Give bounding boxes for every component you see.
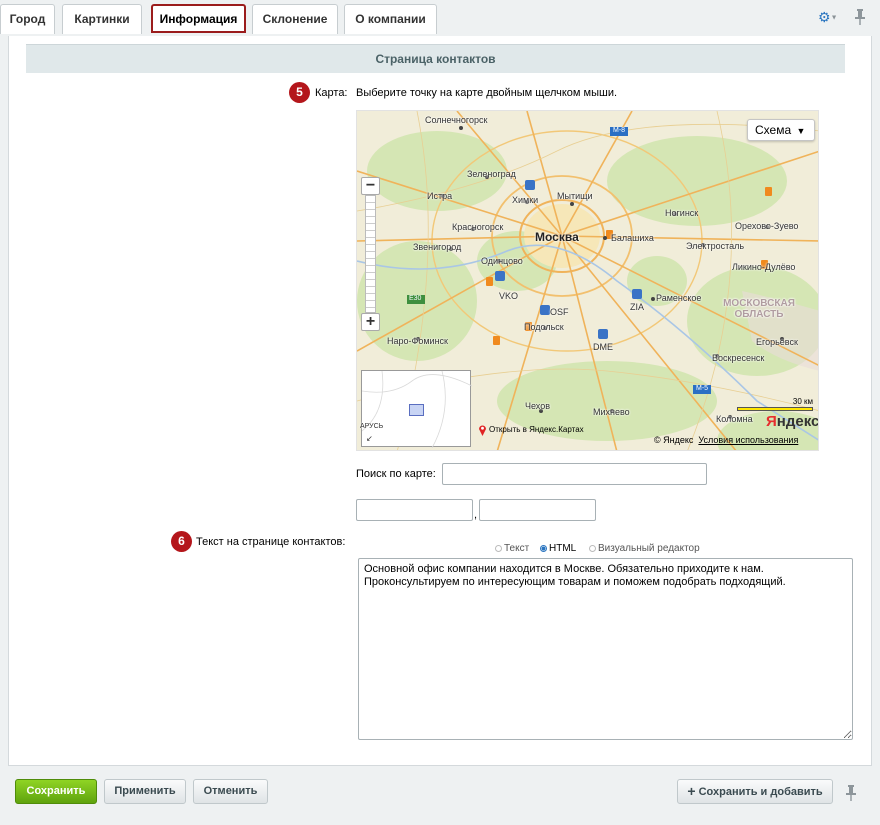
map-place-kolomna: Коломна (716, 414, 753, 424)
tab-gorod[interactable]: Город (0, 4, 55, 34)
mode-visual-label: Визуальный редактор (598, 543, 700, 554)
map-place-moscow: Москва (535, 230, 579, 244)
map-place-vko: VKO (499, 291, 519, 301)
map-place-chekhov: Чехов (525, 401, 550, 411)
map-region-label: МОСКОВСКАЯ ОБЛАСТЬ (723, 298, 795, 320)
map-scale-bar (737, 407, 813, 411)
apply-button[interactable]: Применить (104, 779, 186, 804)
contacts-text-label: Текст на странице контактов: (196, 536, 346, 548)
mode-text-label: Текст (504, 543, 530, 554)
map-scale-value: 30 км (792, 397, 813, 406)
tab-informatsiya[interactable]: Информация (151, 4, 246, 33)
map-place-voskresensk: Воскресенск (712, 353, 765, 363)
map-place-elektrostal: Электросталь (686, 241, 745, 251)
zoom-control[interactable]: − + (361, 177, 380, 331)
mode-html-label: HTML (549, 543, 577, 554)
map-place-balashikha: Балашиха (611, 233, 654, 243)
contacts-text-textarea[interactable]: Основной офис компании находится в Москв… (358, 558, 853, 740)
pin-icon[interactable] (853, 8, 867, 26)
tab-o-kompanii[interactable]: О компании (344, 4, 437, 34)
tab-bar: Город Картинки Информация Склонение О ко… (0, 0, 880, 36)
footer-bar: Сохранить Применить Отменить + Сохранить… (0, 766, 880, 825)
longitude-input[interactable] (479, 499, 596, 521)
step-badge-5: 5 (289, 82, 310, 103)
radio-selected-icon (540, 545, 547, 552)
settings-gear-icon[interactable]: ⚙▼ (818, 10, 840, 24)
tab-sklonenie[interactable]: Склонение (252, 4, 338, 34)
map-place-likino: Ликино-Дулёво (732, 262, 796, 272)
map-shield-m5: M-5 (696, 385, 709, 392)
zoom-out-button[interactable]: − (361, 177, 380, 195)
map-place-mytishchi: Мытищи (557, 191, 593, 201)
search-label: Поиск по карте: (356, 468, 436, 480)
map-type-label: Схема (755, 123, 792, 137)
section-title: Страница контактов (26, 44, 845, 73)
map-copyright: © Яндекс Условия использования (654, 435, 798, 445)
map-place-solnechnogorsk: Солнечногорск (425, 115, 488, 125)
map-search-input[interactable] (442, 463, 707, 485)
map-place-odintsovo: Одинцово (481, 256, 523, 266)
open-in-yandex-link[interactable]: Открыть в Яндекс.Картах (489, 425, 584, 434)
map-shield-m8: M-8 (613, 127, 626, 134)
map-place-istra: Истра (427, 191, 453, 201)
zoom-slider[interactable] (365, 195, 376, 313)
zoom-in-button[interactable]: + (361, 313, 380, 331)
map-copyright-text: © Яндекс (654, 435, 694, 445)
save-button[interactable]: Сохранить (15, 779, 97, 804)
map-pin-icon (479, 425, 486, 436)
mode-text-radio[interactable]: Текст (495, 544, 529, 554)
mode-visual-radio[interactable]: Визуальный редактор (589, 544, 700, 554)
map-place-noginsk: Ногинск (665, 208, 699, 218)
map-place-mikhnevo: Михнево (593, 407, 630, 417)
step-badge-6: 6 (171, 531, 192, 552)
save-and-add-button[interactable]: + Сохранить и добавить (677, 779, 833, 804)
radio-icon (589, 545, 596, 552)
form-panel: Страница контактов 5 Карта: Выберите точ… (8, 36, 872, 766)
terms-link[interactable]: Условия использования (698, 435, 798, 445)
map-place-zvenigorod: Звенигород (413, 242, 462, 252)
map-place-zia: ZIA (630, 302, 645, 312)
yandex-map[interactable]: Солнечногорск Зеленоград Химки Мытищи Ис… (356, 110, 819, 451)
minimap-collapse-icon[interactable]: ↙ (366, 434, 373, 443)
map-label: Карта: (315, 87, 348, 99)
map-type-dropdown[interactable]: Схема ▼ (747, 119, 815, 141)
map-place-krasnogorsk: Красногорск (452, 222, 504, 232)
latitude-input[interactable] (356, 499, 473, 521)
mode-html-radio[interactable]: HTML (540, 544, 576, 554)
map-place-naro: Наро-Фоминск (387, 336, 448, 346)
map-hint: Выберите точку на карте двойным щелчком … (356, 87, 618, 99)
cancel-button[interactable]: Отменить (193, 779, 268, 804)
map-place-osf: OSF (550, 307, 569, 317)
map-place-podolsk: Подольск (524, 322, 564, 332)
map-place-egorievsk: Егорьевск (756, 337, 798, 347)
pin-icon[interactable] (844, 784, 858, 802)
map-place-ramenskoe: Раменское (656, 293, 702, 303)
map-place-khimki: Химки (512, 195, 539, 205)
save-and-add-label: Сохранить и добавить (698, 786, 823, 798)
chevron-down-icon: ▼ (796, 126, 806, 136)
minimap-viewport[interactable] (409, 404, 424, 416)
map-place-zelenograd: Зеленоград (467, 169, 516, 179)
plus-icon: + (687, 783, 696, 799)
tab-kartinki[interactable]: Картинки (62, 4, 142, 34)
map-scale: 30 км (737, 397, 813, 411)
map-place-orekhovo: Орехово-Зуево (735, 221, 799, 231)
map-shield-e30: E30 (409, 295, 422, 302)
minimap-label: АРУСЬ (360, 423, 384, 430)
map-place-dme: DME (593, 342, 613, 352)
minimap[interactable]: АРУСЬ ↙ (360, 370, 472, 448)
yandex-logo: Яндекс (766, 413, 819, 430)
coords-separator: , (474, 509, 478, 521)
radio-icon (495, 545, 502, 552)
